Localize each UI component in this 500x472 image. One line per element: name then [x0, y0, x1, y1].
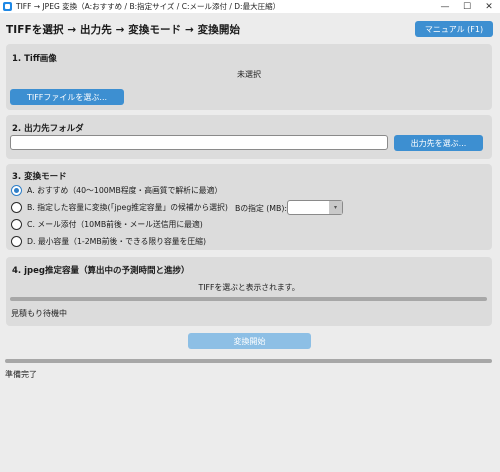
manual-button[interactable]: マニュアル (F1) [415, 21, 493, 37]
tiff-section: 1. Tiff画像 未選択 TIFFファイルを選ぶ... [6, 44, 492, 110]
mode-option-a-label: A. おすすめ（40〜100MB程度・高画質で解析に最適） [27, 186, 223, 195]
mb-select-label: Bの指定 (MB): [235, 204, 288, 213]
radio-c[interactable] [11, 219, 22, 230]
title-bar: TIFF → JPEG 変換（A:おすすめ / B:指定サイズ / C:メール添… [0, 0, 500, 13]
tiff-status: 未選択 [237, 70, 261, 79]
close-icon[interactable]: ✕ [478, 0, 500, 13]
mode-option-c[interactable]: C. メール添付（10MB前後・メール送信用に最適) [11, 219, 203, 230]
header: TIFFを選択 → 出力先 → 変換モード → 変換開始 マニュアル (F1) [6, 20, 493, 38]
mode-option-b[interactable]: B. 指定した容量に変換(「jpeg推定容量」の候補から選択) [11, 202, 228, 213]
estimate-section-title: 4. jpeg推定容量（算出中の予測時間と進捗） [12, 266, 190, 276]
radio-d[interactable] [11, 236, 22, 247]
mode-option-b-label: B. 指定した容量に変換(「jpeg推定容量」の候補から選択) [27, 203, 228, 212]
maximize-icon[interactable]: ☐ [456, 0, 478, 13]
mode-section: 3. 変換モード A. おすすめ（40〜100MB程度・高画質で解析に最適） B… [6, 164, 492, 250]
mode-section-title: 3. 変換モード [12, 172, 67, 182]
select-tiff-button[interactable]: TIFFファイルを選ぶ... [10, 89, 124, 105]
main-progress-bar [5, 359, 492, 363]
chevron-down-icon[interactable]: ▾ [329, 201, 342, 214]
start-conversion-button[interactable]: 変換開始 [188, 333, 311, 349]
output-section: 2. 出力先フォルダ 出力先を選ぶ... [6, 115, 492, 159]
estimate-label: 見積もり待機中 [11, 309, 67, 318]
radio-a[interactable] [11, 185, 22, 196]
tiff-section-title: 1. Tiff画像 [12, 54, 57, 64]
mode-option-d[interactable]: D. 最小容量（1-2MB前後・できる限り容量を圧縮) [11, 236, 206, 247]
mode-option-d-label: D. 最小容量（1-2MB前後・できる限り容量を圧縮) [27, 237, 206, 246]
output-section-title: 2. 出力先フォルダ [12, 124, 84, 134]
radio-b[interactable] [11, 202, 22, 213]
workflow-steps: TIFFを選択 → 出力先 → 変換モード → 変換開始 [6, 23, 241, 36]
output-folder-input[interactable] [10, 135, 388, 150]
select-output-button[interactable]: 出力先を選ぶ... [394, 135, 483, 151]
estimate-section: 4. jpeg推定容量（算出中の予測時間と進捗） TIFFを選ぶと表示されます。… [6, 257, 492, 326]
status-text: 準備完了 [5, 370, 37, 379]
estimate-status: TIFFを選ぶと表示されます。 [198, 283, 300, 292]
mode-option-a[interactable]: A. おすすめ（40〜100MB程度・高画質で解析に最適） [11, 185, 222, 196]
mode-option-c-label: C. メール添付（10MB前後・メール送信用に最適) [27, 220, 203, 229]
window-controls: — ☐ ✕ [434, 0, 500, 13]
mb-size-select[interactable]: ▾ [287, 200, 343, 215]
minimize-icon[interactable]: — [434, 0, 456, 13]
window-title: TIFF → JPEG 変換（A:おすすめ / B:指定サイズ / C:メール添… [16, 2, 281, 11]
estimate-progress-bar [10, 297, 487, 301]
app-icon [3, 2, 12, 11]
